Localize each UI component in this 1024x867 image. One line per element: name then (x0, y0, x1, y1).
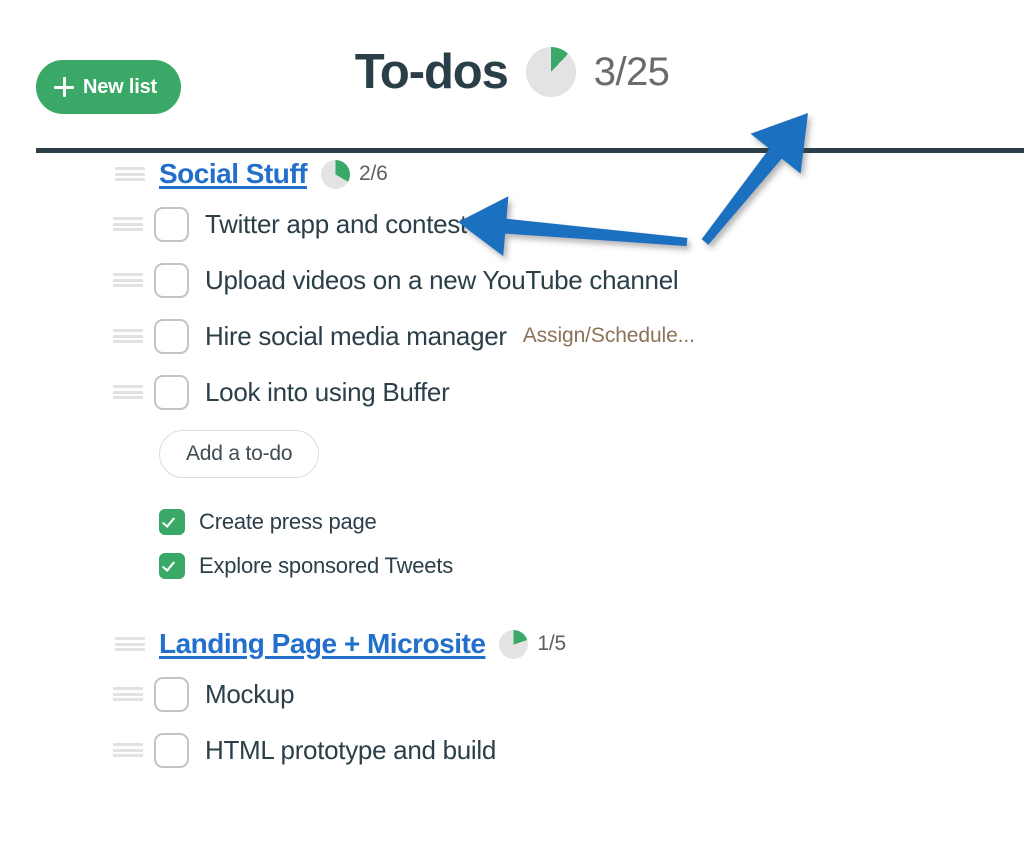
todo-label[interactable]: HTML prototype and build (205, 735, 496, 766)
todo-checkbox[interactable] (154, 732, 189, 768)
pie-progress-icon (321, 159, 351, 189)
todo-label[interactable]: Upload videos on a new YouTube channel (205, 265, 679, 296)
todo-checkbox[interactable] (154, 206, 189, 242)
todo-label[interactable]: Hire social media manager (205, 321, 507, 352)
todo-row: Hire social media manager Assign/Schedule… (0, 308, 1024, 364)
todo-row: Twitter app and contest (0, 196, 1024, 252)
list-title-link[interactable]: Landing Page + Microsite (159, 628, 486, 660)
list-title-link[interactable]: Social Stuff (159, 158, 308, 190)
drag-handle-icon[interactable] (113, 217, 143, 231)
todo-list-block: Landing Page + Microsite 1/5 Mockup HTML pr… (0, 622, 1024, 778)
todo-label[interactable]: Mockup (205, 679, 295, 710)
completed-todo-label[interactable]: Explore sponsored Tweets (199, 553, 453, 579)
drag-handle-icon[interactable] (115, 637, 145, 651)
todo-lists: Social Stuff 2/6 Twitter app and contest Up… (0, 152, 1024, 778)
todo-checkbox[interactable] (154, 262, 189, 298)
pie-progress-icon (525, 47, 576, 97)
todo-row: Upload videos on a new YouTube channel (0, 252, 1024, 308)
todo-row: Look into using Buffer (0, 364, 1024, 420)
list-header: Social Stuff 2/6 (0, 152, 1024, 196)
pie-progress-icon (499, 629, 529, 659)
drag-handle-icon[interactable] (115, 167, 145, 181)
todo-checkbox[interactable] (154, 318, 189, 354)
drag-handle-icon[interactable] (113, 743, 143, 757)
drag-handle-icon[interactable] (113, 687, 143, 701)
add-todo-button[interactable]: Add a to-do (159, 430, 320, 478)
todo-label[interactable]: Look into using Buffer (205, 377, 450, 408)
completed-todo-label[interactable]: Create press page (199, 509, 377, 535)
assign-schedule-link[interactable]: Assign/Schedule... (523, 324, 695, 348)
list-progress-count: 2/6 (359, 162, 388, 185)
todo-checkbox-checked[interactable] (159, 509, 185, 535)
page-header: New list To-dos 3/25 (0, 0, 1024, 153)
todo-row: Mockup (0, 666, 1024, 722)
todo-label[interactable]: Twitter app and contest (205, 209, 467, 240)
drag-handle-icon[interactable] (113, 329, 143, 343)
drag-handle-icon[interactable] (113, 273, 143, 287)
todo-list-block: Social Stuff 2/6 Twitter app and contest Up… (0, 152, 1024, 588)
todo-checkbox[interactable] (154, 676, 189, 712)
page-progress-count: 3/25 (593, 50, 670, 94)
todo-checkbox-checked[interactable] (159, 553, 185, 579)
list-header: Landing Page + Microsite 1/5 (0, 622, 1024, 666)
completed-todo-row: Create press page (159, 500, 1024, 544)
completed-todo-row: Explore sponsored Tweets (159, 544, 1024, 588)
page-title: To-dos (354, 44, 509, 99)
drag-handle-icon[interactable] (113, 385, 143, 399)
list-separator-space (0, 588, 1024, 622)
todo-checkbox[interactable] (154, 374, 189, 410)
todo-row: HTML prototype and build (0, 722, 1024, 778)
list-progress-count: 1/5 (537, 632, 566, 655)
page-heading: To-dos 3/25 (0, 47, 1024, 97)
